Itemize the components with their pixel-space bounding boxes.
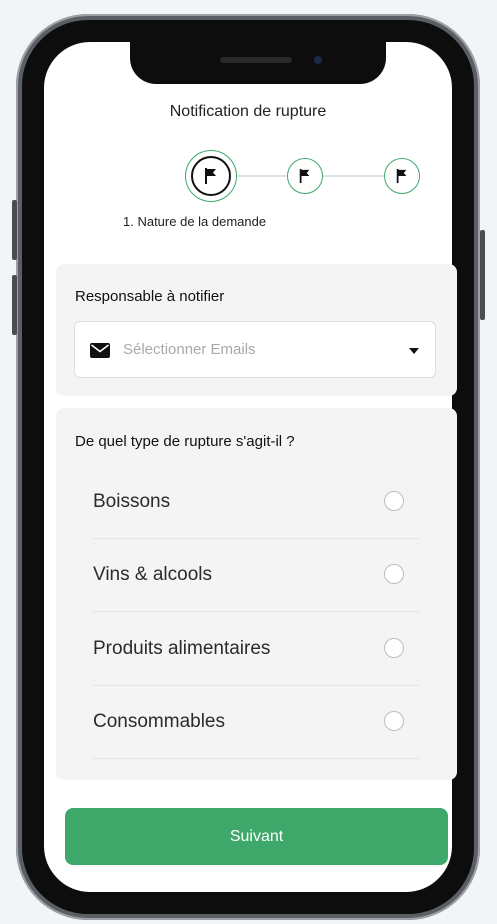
page-title: Notification de rupture [169, 103, 327, 120]
front-camera [314, 56, 322, 64]
option-label: Boissons [93, 491, 171, 512]
power-button [480, 230, 485, 320]
flag-icon [396, 169, 407, 183]
step-label: 1. Nature de la demande [123, 214, 267, 229]
rupture-type-question: De quel type de rupture s'agit-il ? [75, 433, 295, 450]
option-vins-alcools[interactable]: Vins & alcools [93, 540, 419, 612]
option-produits-alimentaires[interactable]: Produits alimentaires [93, 614, 419, 686]
radio-button[interactable] [384, 711, 404, 731]
stepper-line [322, 175, 384, 177]
radio-button[interactable] [384, 491, 404, 511]
volume-button [12, 200, 17, 260]
phone-notch [130, 42, 386, 84]
step-3[interactable] [384, 158, 420, 194]
email-select-placeholder: Sélectionner Emails [123, 341, 256, 358]
radio-button[interactable] [384, 564, 404, 584]
option-consommables[interactable]: Consommables [93, 687, 419, 759]
next-button[interactable]: Suivant [65, 808, 448, 865]
stepper-line [236, 175, 288, 177]
caret-down-icon[interactable] [409, 348, 419, 354]
flag-icon [299, 169, 310, 183]
step-2[interactable] [287, 158, 323, 194]
step-1-nature[interactable] [185, 150, 237, 202]
radio-button[interactable] [384, 638, 404, 658]
option-label: Vins & alcools [93, 564, 212, 585]
envelope-icon [90, 343, 110, 358]
recipient-label: Responsable à notifier [75, 288, 225, 305]
email-select[interactable]: Sélectionner Emails [74, 321, 436, 378]
volume-button [12, 275, 17, 335]
speaker-grille [220, 57, 292, 63]
flag-icon [205, 168, 216, 184]
option-label: Produits alimentaires [93, 638, 271, 659]
option-label: Consommables [93, 711, 225, 732]
option-boissons[interactable]: Boissons [93, 467, 419, 539]
